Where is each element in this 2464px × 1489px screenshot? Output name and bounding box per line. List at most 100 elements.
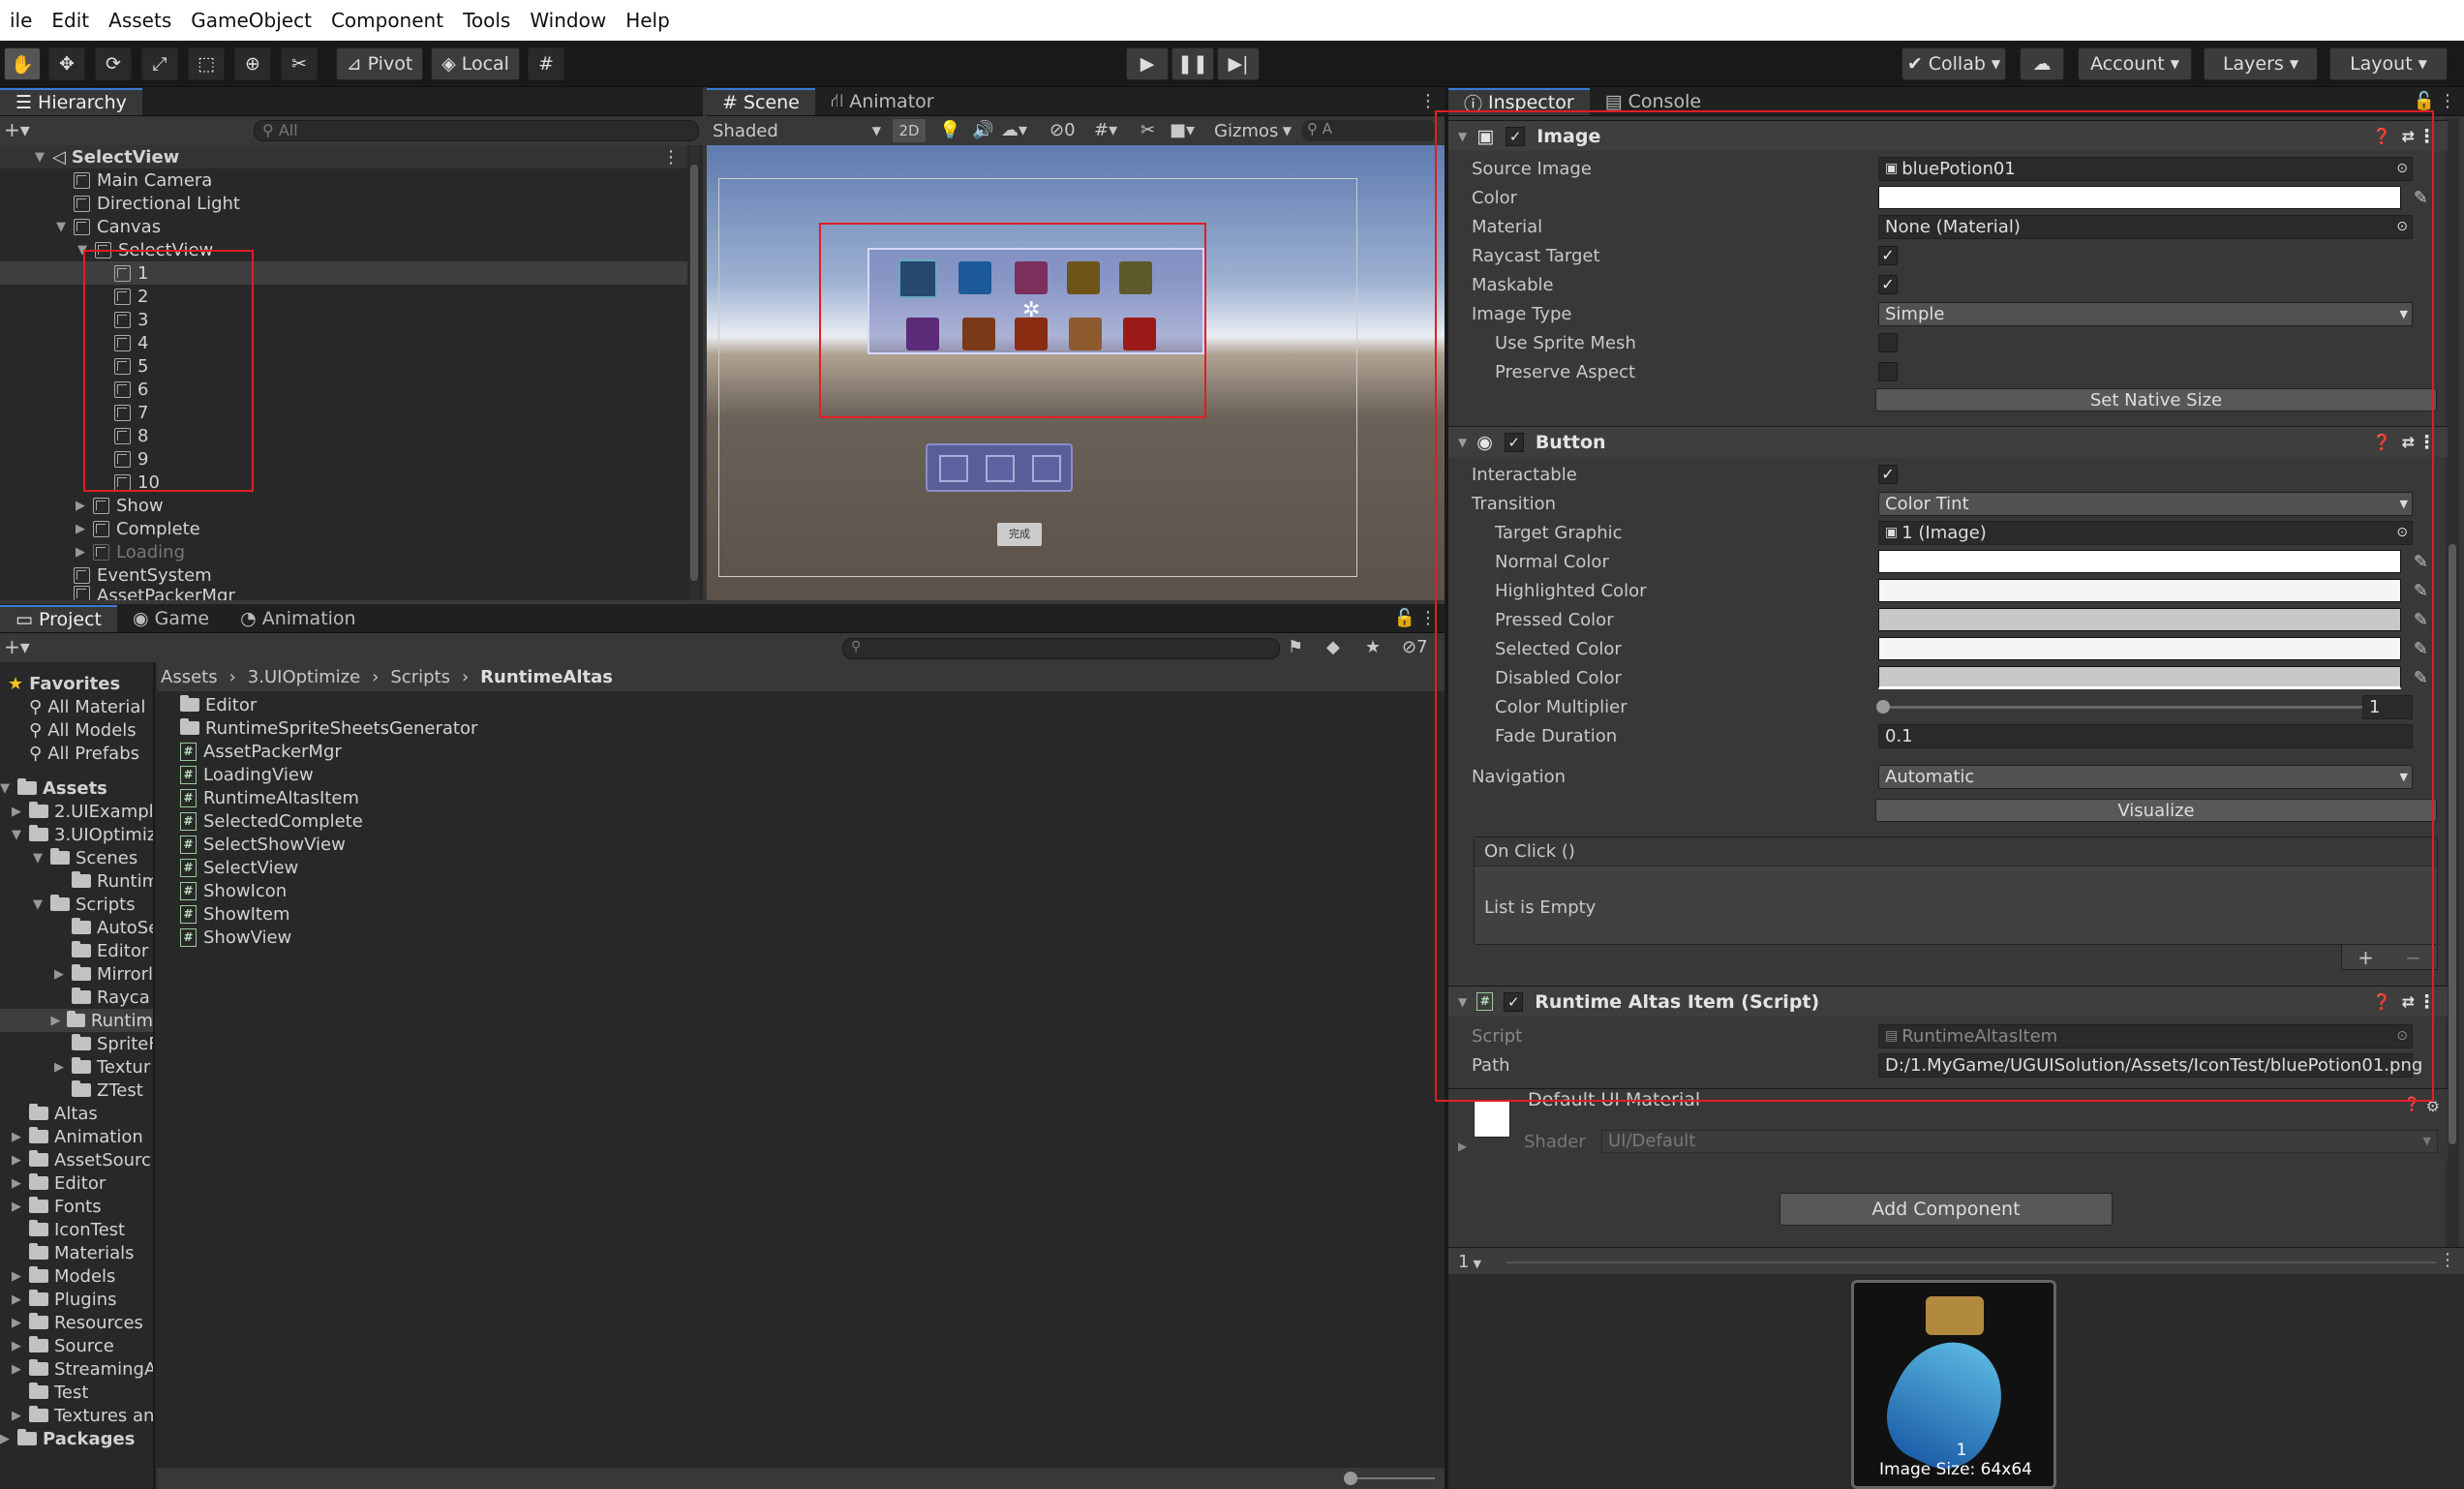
list-item[interactable]: RuntimeSpriteSheetsGenerator	[180, 716, 477, 740]
tree-folder[interactable]: ▶ Textures an	[12, 1404, 153, 1427]
tree-folder[interactable]: Runtim	[72, 869, 153, 893]
item-icon-7[interactable]	[962, 318, 995, 350]
tree-folder[interactable]: ▼ Scenes	[33, 846, 137, 869]
menu-window[interactable]: Window	[520, 9, 616, 32]
preserve-aspect-checkbox[interactable]	[1878, 362, 1898, 381]
tab-animation[interactable]: ◔ Animation	[225, 605, 371, 632]
tree-folder[interactable]: ▶ Resources	[12, 1311, 143, 1334]
favorite-all-prefabs[interactable]: ⚲ All Prefabs	[29, 742, 139, 765]
list-item[interactable]: # SelectedComplete	[180, 809, 363, 833]
lock-icon[interactable]: 🔓	[1394, 608, 1415, 628]
multiplier-slider-thumb[interactable]	[1876, 700, 1890, 714]
preview-dropdown[interactable]: 1 ▼	[1458, 1252, 1481, 1272]
breadcrumb-item-current[interactable]: RuntimeAltas	[480, 667, 613, 687]
foldout-arrow-icon[interactable]: ▶	[1458, 1140, 1467, 1153]
more-icon[interactable]: ⋮	[2418, 126, 2436, 147]
favorite-all-material[interactable]: ⚲ All Material	[29, 695, 145, 718]
layers-dropdown[interactable]: Layers ▼	[2204, 47, 2318, 80]
tree-row-item-6[interactable]: 6	[114, 378, 148, 401]
item-icon-4[interactable]	[1067, 261, 1100, 294]
preset-icon[interactable]: ⇄	[2402, 127, 2415, 145]
tree-folder[interactable]: ▶ Animation	[12, 1125, 143, 1148]
more-icon[interactable]: ⋮	[662, 147, 680, 167]
tree-row-canvas[interactable]: ▼ Canvas	[56, 215, 161, 238]
effects-icon[interactable]: ☁▾	[1001, 120, 1027, 140]
menu-file[interactable]: ile	[0, 9, 42, 32]
step-button[interactable]: ▶|	[1217, 47, 1260, 80]
favorite-icon[interactable]: ★	[1365, 637, 1381, 657]
more-icon[interactable]: ⋮	[2418, 991, 2436, 1013]
tools-icon[interactable]: ✂	[1141, 120, 1155, 140]
tree-folder[interactable]: ▶ Models	[12, 1264, 115, 1288]
eyedropper-icon[interactable]: ✎	[2414, 188, 2428, 208]
list-item[interactable]: # ShowIcon	[180, 879, 287, 902]
multiplier-slider-track[interactable]	[1884, 706, 2368, 709]
object-picker-icon[interactable]: ⊙	[2396, 219, 2408, 234]
list-item[interactable]: # RuntimeAltasItem	[180, 786, 359, 809]
tree-folder[interactable]: ▼ 3.UIOptimiz	[12, 823, 153, 846]
hierarchy-scrollbar[interactable]	[689, 145, 699, 600]
eyedropper-icon[interactable]: ✎	[2414, 581, 2428, 601]
fade-duration-input[interactable]: 0.1	[1878, 723, 2413, 748]
menu-assets[interactable]: Assets	[99, 9, 181, 32]
tree-row-main-camera[interactable]: Main Camera	[74, 168, 212, 192]
help-icon[interactable]: ❓	[2404, 1097, 2420, 1112]
scrollbar-thumb[interactable]	[2449, 544, 2456, 1144]
show-slot-3[interactable]	[1032, 455, 1061, 482]
filter-label-icon[interactable]: ◆	[1326, 637, 1340, 657]
set-native-size-button[interactable]: Set Native Size	[1875, 388, 2437, 411]
tree-folder[interactable]: ▶ Mirrorl	[54, 962, 153, 986]
lock-icon[interactable]: 🔓	[2414, 91, 2435, 111]
menu-gameobject[interactable]: GameObject	[181, 9, 321, 32]
list-item[interactable]: # AssetPackerMgr	[180, 740, 342, 763]
eyedropper-icon[interactable]: ✎	[2414, 668, 2428, 688]
preview-splitter[interactable]	[1506, 1261, 2436, 1263]
normal-color-swatch[interactable]	[1878, 550, 2401, 573]
favorites-header[interactable]: ★ Favorites	[8, 672, 120, 695]
tree-row-item-3[interactable]: 3	[114, 308, 148, 331]
tree-folder[interactable]: ZTest	[72, 1079, 143, 1102]
tree-folder[interactable]: Test	[29, 1381, 88, 1404]
complete-button[interactable]: 完成	[997, 523, 1042, 546]
camera-icon[interactable]: ■▾	[1170, 120, 1195, 140]
grid-snap-icon[interactable]: #	[528, 47, 564, 80]
image-component-header[interactable]: ▼ ▣ ✓ Image ❓ ⇄ ⋮	[1448, 120, 2448, 151]
source-image-field[interactable]: ▣ bluePotion01 ⊙	[1878, 156, 2413, 181]
item-icon-10[interactable]	[1123, 318, 1156, 350]
list-item[interactable]: # ShowItem	[180, 902, 290, 926]
menu-tools[interactable]: Tools	[453, 9, 520, 32]
tree-folder[interactable]: ▶ Fonts	[12, 1195, 102, 1218]
add-icon[interactable]: +	[2358, 946, 2374, 969]
add-icon[interactable]: +▾	[4, 118, 30, 141]
component-enabled-checkbox[interactable]: ✓	[1504, 432, 1524, 452]
grid-toggle-icon[interactable]: #▾	[1094, 120, 1117, 140]
item-icon-6[interactable]	[906, 318, 939, 350]
gizmos-dropdown[interactable]: Gizmos ▼	[1214, 119, 1292, 142]
scene-viewport[interactable]: ✲ 完成	[707, 145, 1445, 600]
visualize-button[interactable]: Visualize	[1875, 799, 2437, 822]
shading-dropdown[interactable]: Shaded ▼	[713, 119, 881, 142]
tab-console[interactable]: ▤ Console	[1590, 88, 1717, 115]
tree-folder-selected[interactable]: ▶ Runtim	[0, 1009, 153, 1032]
tree-row-complete[interactable]: ▶ Complete	[76, 517, 200, 540]
filter-type-icon[interactable]: ⚑	[1288, 637, 1303, 657]
rect-tool-icon[interactable]: ⬚	[188, 47, 225, 80]
item-icon-3[interactable]	[1015, 261, 1048, 294]
tree-folder[interactable]: ▶ 2.UIExampl	[12, 800, 153, 823]
tree-folder[interactable]: Altas	[29, 1102, 98, 1125]
scrollbar-thumb[interactable]	[690, 165, 698, 581]
more-icon[interactable]: ⋮	[1419, 608, 1437, 628]
gear-icon[interactable]: ⚙	[2426, 1097, 2440, 1115]
tree-row-item-4[interactable]: 4	[114, 331, 148, 354]
foldout-arrow-icon[interactable]: ▼	[1458, 995, 1467, 1009]
list-item[interactable]: # LoadingView	[180, 763, 314, 786]
add-component-button[interactable]: Add Component	[1780, 1193, 2113, 1226]
transition-dropdown[interactable]: Color Tint ▼	[1878, 491, 2413, 516]
script-component-header[interactable]: ▼ # ✓ Runtime Altas Item (Script) ❓ ⇄ ⋮	[1448, 986, 2448, 1017]
project-search-input[interactable]: ⚲	[842, 638, 1280, 659]
tab-hierarchy[interactable]: ☰ Hierarchy	[0, 88, 142, 115]
tree-folder[interactable]: ▶ AssetSourc	[12, 1148, 151, 1171]
menu-help[interactable]: Help	[616, 9, 680, 32]
scale-tool-icon[interactable]: ⤢	[141, 47, 178, 80]
menu-edit[interactable]: Edit	[42, 9, 99, 32]
